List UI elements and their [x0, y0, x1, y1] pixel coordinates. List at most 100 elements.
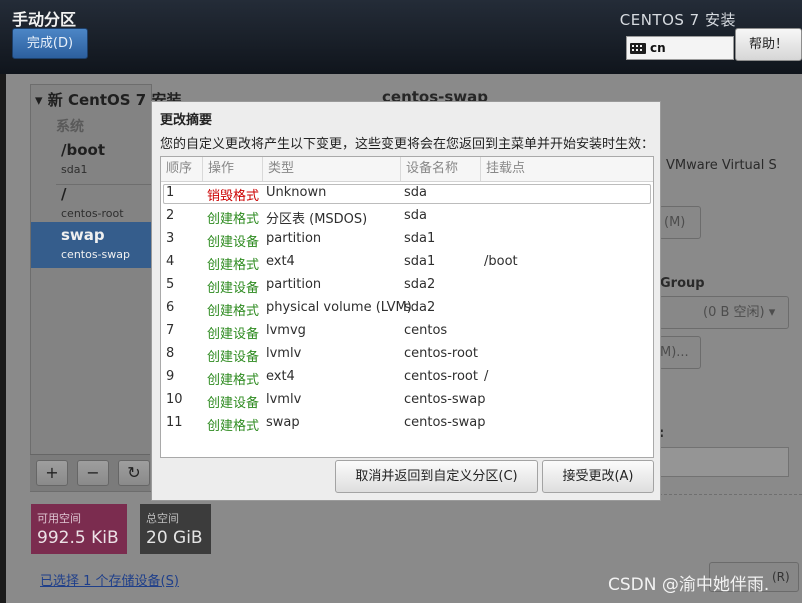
dialog-title: 更改摘要 [160, 113, 213, 128]
column-header-action[interactable]: 操作 [203, 157, 263, 181]
row-mount: /boot [484, 254, 518, 269]
total-space-label: 总空间 [146, 512, 179, 525]
row-order: 11 [166, 415, 183, 430]
storage-devices-link[interactable]: 已选择 1 个存储设备(S) [40, 570, 179, 589]
row-type: Unknown [266, 185, 327, 200]
row-type: ext4 [266, 254, 295, 269]
table-row[interactable]: 9 创建格式 ext4 centos-root / [161, 367, 653, 390]
row-type: ext4 [266, 369, 295, 384]
table-row[interactable]: 6 创建格式 physical volume (LVM) sda2 [161, 298, 653, 321]
help-button[interactable]: 帮助！ [735, 28, 802, 61]
partition-device: centos-root [61, 207, 124, 220]
row-order: 6 [166, 300, 175, 315]
cancel-return-button[interactable]: 取消并返回到自定义分区(C) [335, 460, 538, 493]
row-order: 3 [166, 231, 175, 246]
available-space-value: 992.5 KiB [37, 528, 119, 548]
table-row[interactable]: 7 创建设备 lvmvg centos [161, 321, 653, 344]
watermark: CSDN @渝中她伴雨. [608, 575, 770, 595]
row-mount: / [484, 369, 489, 384]
available-space-box: 可用空间 992.5 KiB [31, 504, 127, 554]
keyboard-icon [630, 42, 646, 54]
summary-of-changes-dialog: 更改摘要 您的自定义更改将产生以下变更，这些变更将会在您返回到主菜单并开始安装时… [151, 101, 661, 501]
row-type: lvmlv [266, 346, 302, 361]
row-action: 销毁格式 [207, 189, 260, 204]
remove-partition-button[interactable]: − [77, 460, 109, 486]
column-header-order[interactable]: 顺序 [161, 157, 203, 181]
category-label: 系统 [56, 119, 84, 135]
volume-group-label: Group [660, 276, 705, 291]
column-header-mount[interactable]: 挂载点 [481, 157, 653, 181]
page-title: 手动分区 [12, 10, 77, 29]
add-partition-button[interactable]: + [36, 460, 68, 486]
table-row[interactable]: 3 创建设备 partition sda1 [161, 229, 653, 252]
partition-item-boot[interactable]: /boot sda1 [31, 137, 151, 183]
row-order: 1 [166, 185, 175, 200]
chevron-down-icon: ▾ [768, 305, 776, 320]
row-action: 创建格式 [207, 212, 260, 227]
partition-item-swap[interactable]: swap centos-swap [31, 222, 151, 268]
column-header-type[interactable]: 类型 [263, 157, 401, 181]
row-type: physical volume (LVM) [266, 300, 412, 315]
modify-group-button[interactable]: M)... [659, 336, 701, 369]
row-order: 10 [166, 392, 183, 407]
row-type: lvmlv [266, 392, 302, 407]
row-device: sda [404, 208, 427, 223]
row-device: sda2 [404, 277, 436, 292]
table-row[interactable]: 1 销毁格式 Unknown sda [161, 183, 653, 206]
changes-table: 顺序 操作 类型 设备名称 挂载点 1 销毁格式 Unknown sda 2 创建格式 分区… [160, 156, 654, 458]
table-row[interactable]: 4 创建格式 ext4 sda1/boot [161, 252, 653, 275]
volume-group-value: (0 B 空闲) [703, 305, 765, 320]
row-action: 创建格式 [207, 419, 260, 434]
row-device: sda [404, 185, 427, 200]
modify-device-button[interactable]: (M) [659, 206, 701, 239]
row-order: 8 [166, 346, 175, 361]
row-order: 4 [166, 254, 175, 269]
column-header-device[interactable]: 设备名称 [401, 157, 481, 181]
row-action: 创建格式 [207, 373, 260, 388]
row-order: 2 [166, 208, 175, 223]
partition-toolbar: + − ↻ [30, 454, 150, 491]
dialog-description: 您的自定义更改将产生以下变更，这些变更将会在您返回到主菜单并开始安装时生效： [160, 137, 655, 152]
keyboard-layout-indicator[interactable]: cn [626, 36, 734, 60]
row-device: centos [404, 323, 448, 338]
product-title: CENTOS 7 安装 [619, 11, 736, 29]
row-action: 创建格式 [207, 304, 260, 319]
row-device: sda1 [404, 254, 436, 269]
total-space-box: 总空间 20 GiB [140, 504, 211, 554]
partition-device: centos-swap [61, 248, 130, 261]
row-action: 创建设备 [207, 350, 260, 365]
total-space-value: 20 GiB [146, 528, 203, 548]
header-bar: 手动分区 完成(D) CENTOS 7 安装 cn 帮助！ [0, 0, 802, 74]
volume-group-select[interactable]: (0 B 空闲) ▾ [659, 296, 789, 329]
row-device: centos-swap [404, 415, 486, 430]
row-action: 创建设备 [207, 396, 260, 411]
refresh-button[interactable]: ↻ [118, 460, 150, 486]
row-type: partition [266, 277, 322, 292]
partition-name: / [61, 185, 67, 203]
table-row[interactable]: 2 创建格式 分区表 (MSDOS) sda [161, 206, 653, 229]
label-entry[interactable] [659, 447, 789, 477]
row-action: 创建格式 [207, 258, 260, 273]
partition-device: sda1 [61, 163, 88, 176]
row-action: 创建设备 [207, 281, 260, 296]
row-type: swap [266, 415, 300, 430]
done-button[interactable]: 完成(D) [12, 28, 88, 59]
table-row[interactable]: 11 创建格式 swap centos-swap [161, 413, 653, 436]
accept-changes-button[interactable]: 接受更改(A) [542, 460, 654, 493]
table-header: 顺序 操作 类型 设备名称 挂载点 [161, 157, 653, 182]
row-type: 分区表 (MSDOS) [266, 212, 368, 227]
table-row[interactable]: 5 创建设备 partition sda2 [161, 275, 653, 298]
row-type: partition [266, 231, 322, 246]
table-row[interactable]: 10 创建设备 lvmlv centos-swap [161, 390, 653, 413]
partition-item-root[interactable]: / centos-root [31, 181, 151, 227]
row-order: 5 [166, 277, 175, 292]
row-device: sda1 [404, 231, 436, 246]
row-device: sda2 [404, 300, 436, 315]
available-space-label: 可用空间 [37, 512, 81, 525]
divider [659, 494, 802, 495]
table-row[interactable]: 8 创建设备 lvmlv centos-root [161, 344, 653, 367]
partition-tree: ▾ 新 CentOS 7 安装 系统 /boot sda1 / centos-r… [30, 84, 181, 492]
device-description: VMware Virtual S [666, 158, 777, 173]
partition-name: swap [61, 226, 105, 244]
row-device: centos-root [404, 346, 478, 361]
